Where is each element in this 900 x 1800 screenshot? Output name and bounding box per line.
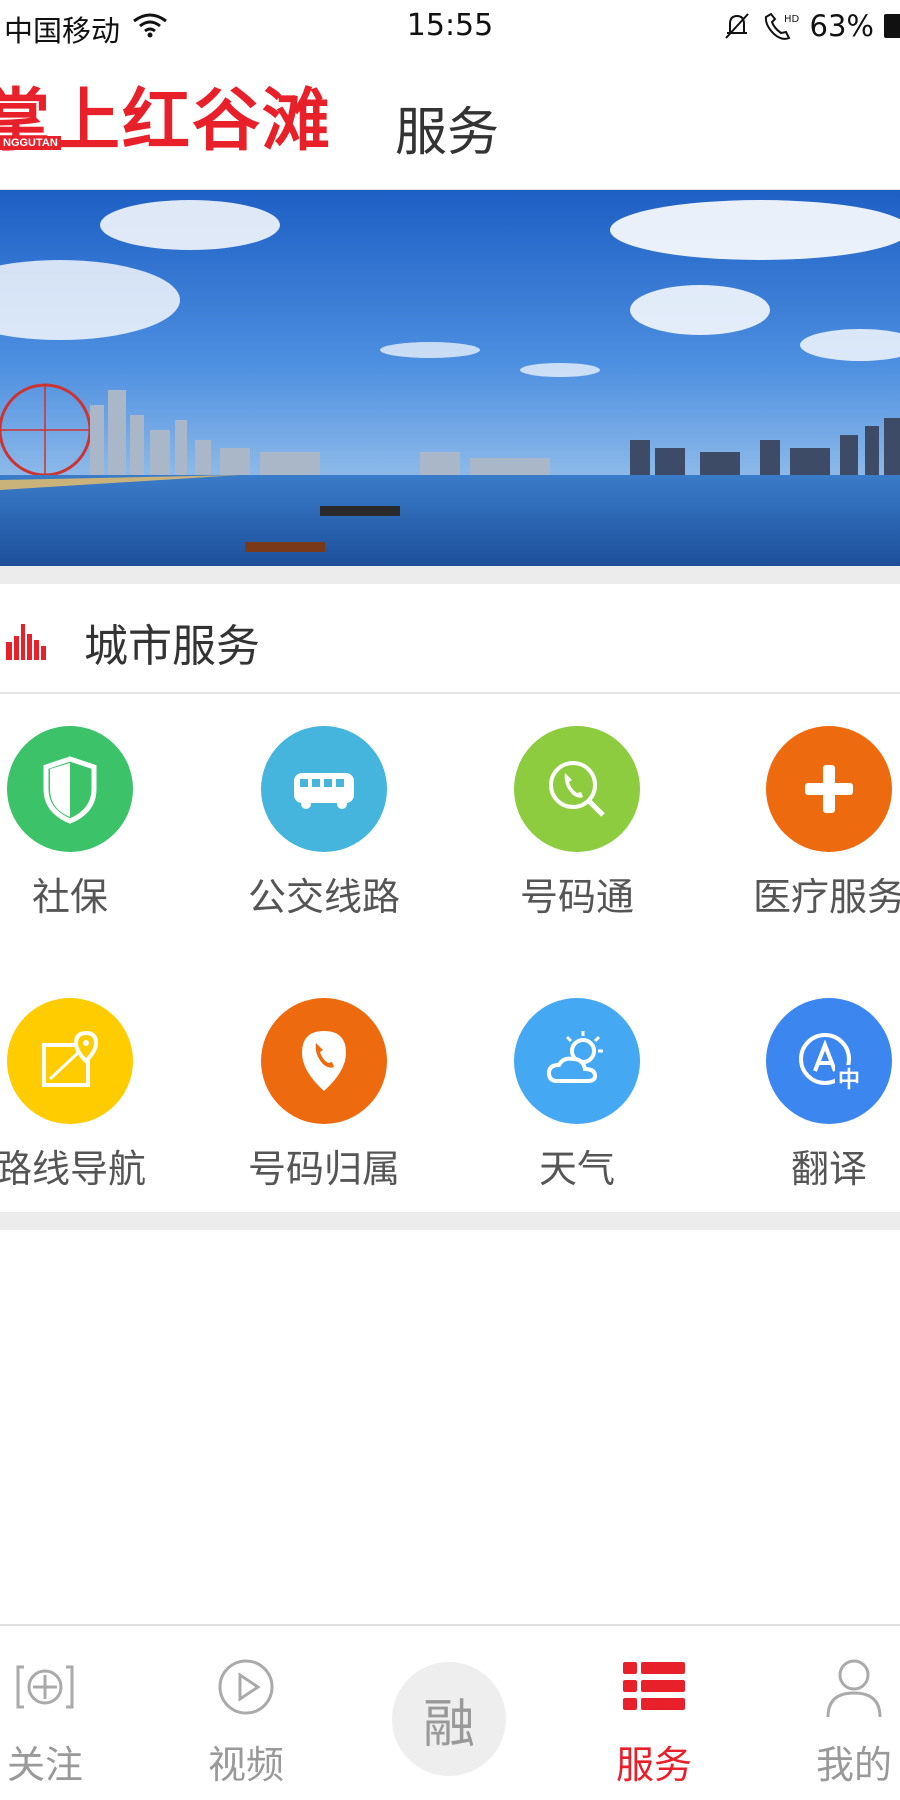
service-phone-lookup[interactable]: 号码通 xyxy=(467,726,687,921)
weather-icon xyxy=(514,998,640,1124)
service-label: 号码通 xyxy=(519,875,634,919)
user-icon xyxy=(764,1652,900,1722)
service-list-icon xyxy=(564,1652,744,1722)
service-weather[interactable]: 天气 xyxy=(467,998,687,1193)
bottom-nav: 关注 视频 融 服务 我的 xyxy=(0,1624,900,1800)
service-label: 号码归属 xyxy=(247,1147,400,1191)
divider-band xyxy=(0,566,900,584)
svg-text:HD: HD xyxy=(784,14,800,25)
nav-tab-service[interactable]: 服务 xyxy=(564,1626,744,1789)
nav-label: 视频 xyxy=(207,1743,284,1787)
nav-tab-video[interactable]: 视频 xyxy=(156,1626,336,1789)
plus-icon xyxy=(766,726,892,852)
service-number-location[interactable]: 号码归属 xyxy=(214,998,434,1193)
service-label: 医疗服务 xyxy=(752,875,900,919)
service-label: 翻译 xyxy=(790,1147,867,1191)
phone-location-icon xyxy=(261,998,387,1124)
battery-icon xyxy=(884,14,900,38)
service-bus-route[interactable]: 公交线路 xyxy=(214,726,434,921)
service-translate[interactable]: 中 翻译 xyxy=(719,998,900,1193)
nav-tab-mine[interactable]: 我的 xyxy=(764,1626,900,1789)
nav-label: 关注 xyxy=(6,1743,83,1787)
nav-tab-follow[interactable]: 关注 xyxy=(0,1626,135,1789)
nav-label: 我的 xyxy=(815,1743,892,1787)
bus-icon xyxy=(261,726,387,852)
shield-icon xyxy=(7,726,133,852)
service-label: 天气 xyxy=(538,1147,615,1191)
service-label: 社保 xyxy=(31,875,108,919)
service-route-navigation[interactable]: 路线导航 xyxy=(0,998,180,1193)
service-label: 路线导航 xyxy=(0,1147,146,1191)
follow-plus-icon xyxy=(0,1652,135,1722)
divider-band xyxy=(0,1212,900,1230)
battery-percent: 63% xyxy=(809,9,874,43)
city-skyline-photo xyxy=(0,190,900,566)
map-pin-icon xyxy=(7,998,133,1124)
service-label: 公交线路 xyxy=(247,875,400,919)
center-rong-button[interactable]: 融 xyxy=(392,1662,506,1776)
banner-image[interactable] xyxy=(0,190,900,566)
svg-text:中: 中 xyxy=(838,1068,860,1093)
bell-muted-icon xyxy=(724,13,749,39)
nav-label: 服务 xyxy=(615,1743,692,1787)
section-title: 城市服务 xyxy=(84,621,260,672)
service-medical[interactable]: 医疗服务 xyxy=(719,726,900,921)
hd-call-icon: HD xyxy=(764,12,800,40)
play-icon xyxy=(156,1652,336,1722)
translate-icon: 中 xyxy=(766,998,892,1124)
logo-subtext: NGGUTAN xyxy=(0,136,61,150)
app-header: 掌上红谷滩 NGGUTAN 服务 xyxy=(0,52,900,190)
page-title: 服务 xyxy=(395,103,500,163)
city-icon xyxy=(6,624,46,660)
city-service-header: 城市服务 xyxy=(0,584,900,694)
service-social-security[interactable]: 社保 xyxy=(0,726,180,921)
status-bar: 中国移动 15:55 HD 63% xyxy=(0,0,900,52)
service-grid: 社保 公交线路 号码通 医疗服务 路线导航 号码归属 天气 中 翻译 xyxy=(0,696,900,1212)
phone-search-icon xyxy=(514,726,640,852)
